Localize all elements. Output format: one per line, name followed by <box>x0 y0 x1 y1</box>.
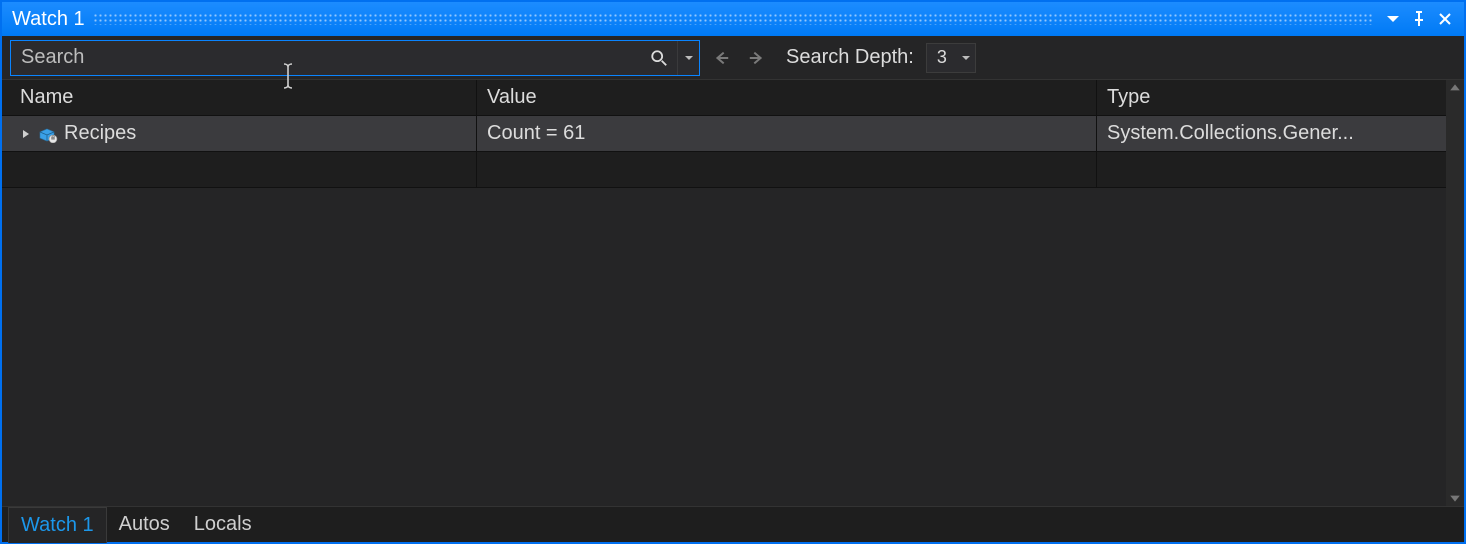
cell-name: Recipes <box>2 116 477 151</box>
watch-window: Watch 1 Search Depth: <box>0 0 1466 544</box>
window-position-button[interactable] <box>1380 6 1406 32</box>
titlebar: Watch 1 <box>2 2 1464 36</box>
titlebar-grip[interactable] <box>93 13 1372 25</box>
toolbar: Search Depth: 3 <box>2 36 1464 80</box>
scroll-up-icon[interactable] <box>1449 82 1461 94</box>
search-box <box>10 40 700 76</box>
grid-blank-area <box>2 188 1446 506</box>
window-title: Watch 1 <box>12 8 85 31</box>
search-depth-select[interactable]: 3 <box>926 43 976 73</box>
column-header-name[interactable]: Name <box>2 80 477 115</box>
cell-value: Count = 61 <box>477 116 1097 151</box>
watch-grid: Name Value Type <box>2 80 1446 506</box>
scroll-down-icon[interactable] <box>1449 492 1461 504</box>
close-icon[interactable] <box>1432 6 1458 32</box>
search-input[interactable] <box>11 41 641 75</box>
search-depth-label: Search Depth: <box>786 46 914 69</box>
table-row[interactable]: Recipes Count = 61 System.Collections.Ge… <box>2 116 1446 152</box>
tab-locals[interactable]: Locals <box>182 507 264 542</box>
nav-forward-button[interactable] <box>742 43 772 73</box>
grid-area: Name Value Type <box>2 80 1464 506</box>
column-header-value[interactable]: Value <box>477 80 1097 115</box>
tab-autos[interactable]: Autos <box>107 507 182 542</box>
search-icon[interactable] <box>641 41 677 75</box>
pin-icon[interactable] <box>1406 6 1432 32</box>
nav-back-button[interactable] <box>706 43 736 73</box>
search-depth-value: 3 <box>937 47 947 68</box>
row-type: System.Collections.Gener... <box>1107 122 1354 145</box>
row-name: Recipes <box>64 122 136 145</box>
new-watch-row[interactable] <box>2 152 1446 188</box>
search-options-dropdown[interactable] <box>677 41 699 75</box>
bottom-tabs: Watch 1 Autos Locals <box>2 506 1464 542</box>
object-icon <box>38 126 58 142</box>
chevron-down-icon <box>961 47 971 68</box>
cell-type: System.Collections.Gener... <box>1097 116 1446 151</box>
tab-watch-1[interactable]: Watch 1 <box>8 507 107 543</box>
grid-header-row: Name Value Type <box>2 80 1446 116</box>
column-header-type[interactable]: Type <box>1097 80 1446 115</box>
row-value: Count = 61 <box>487 122 585 145</box>
expand-toggle[interactable] <box>20 128 32 140</box>
vertical-scrollbar[interactable] <box>1446 80 1464 506</box>
